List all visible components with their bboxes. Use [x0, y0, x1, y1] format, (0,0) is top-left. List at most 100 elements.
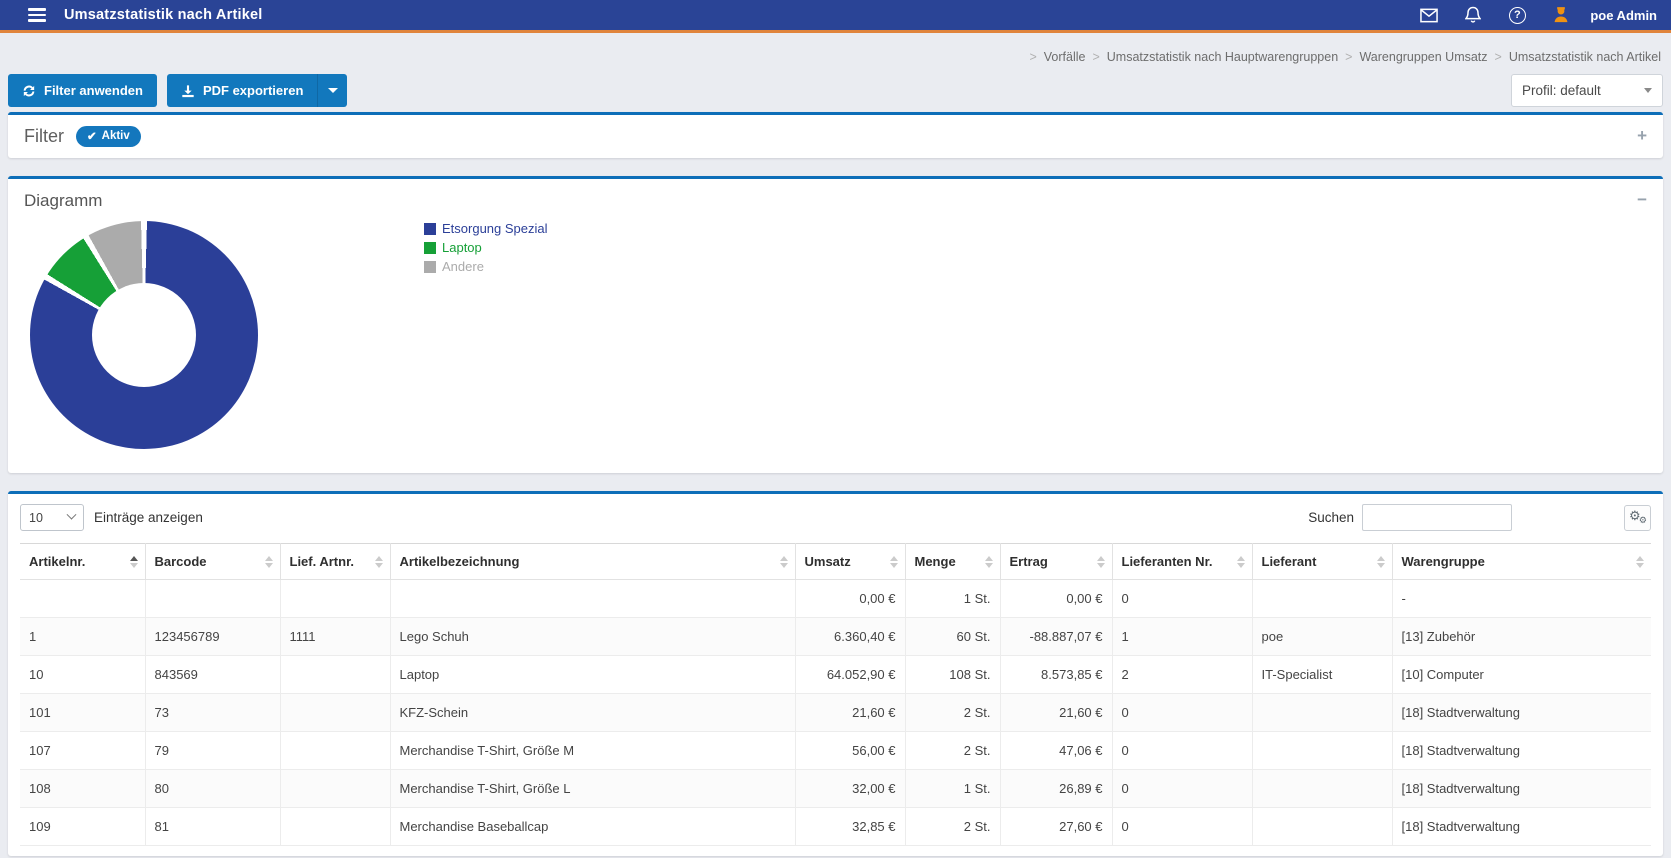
table-cell: 6.360,40 € [794, 617, 906, 656]
column-header-label: Menge [914, 554, 956, 569]
table-cell: 0 [1111, 693, 1253, 732]
sort-arrows-icon [889, 555, 898, 568]
table-cell: Merchandise Baseballcap [389, 807, 796, 846]
table-row: 0,00 €1 St. 0,00 €0- [20, 579, 1651, 618]
table-cell: [10] Computer [1391, 655, 1651, 694]
search-input[interactable] [1362, 504, 1512, 531]
table-panel: 10 Einträge anzeigen Suchen ⚙ ⚙ Artikeln… [8, 491, 1663, 856]
column-settings-button[interactable]: ⚙ ⚙ [1624, 504, 1651, 531]
filter-panel-title: Filter [24, 126, 64, 146]
table-cell: 123456789 [144, 617, 281, 656]
legend-item[interactable]: Andere [424, 257, 548, 276]
table-cell: 0 [1111, 731, 1253, 770]
table-cell: 32,00 € [794, 769, 906, 808]
table-cell: Laptop [389, 655, 796, 694]
pdf-export-label: PDF exportieren [202, 83, 304, 98]
table-row: 10 843569 Laptop 64.052,90 €108 St. 8.573,85… [20, 655, 1651, 694]
breadcrumb-item: Umsatzstatistik nach Artikel [1508, 50, 1661, 64]
bell-icon[interactable] [1464, 6, 1482, 24]
table-row: 101 73 KFZ-Schein 21,60 €2 St. 21,60 €0 [18] … [20, 693, 1651, 732]
column-header-barcode[interactable]: Barcode [144, 543, 281, 580]
table-cell [279, 769, 391, 808]
page-length-select[interactable]: 10 [20, 504, 84, 531]
column-header-label: Ertrag [1009, 554, 1048, 569]
sort-arrows-icon [1636, 555, 1644, 568]
collapse-panel-icon[interactable]: − [1637, 191, 1647, 208]
breadcrumb-item[interactable]: Vorfälle [1044, 50, 1086, 64]
breadcrumb-item[interactable]: Umsatzstatistik nach Hauptwarengruppen [1107, 50, 1338, 64]
breadcrumb-item[interactable]: Warengruppen Umsatz [1359, 50, 1487, 64]
profile-select[interactable]: Profil: default [1511, 74, 1663, 107]
table-cell: 79 [144, 731, 281, 770]
table-cell: 843569 [144, 655, 281, 694]
legend-label: Laptop [442, 240, 482, 255]
table-cell: 101 [20, 693, 146, 732]
column-header-umsatz[interactable]: Umsatz [794, 543, 906, 580]
pdf-export-dropdown-toggle[interactable] [317, 74, 348, 107]
table-cell: [18] Stadtverwaltung [1391, 807, 1651, 846]
table-cell: 47,06 € [999, 731, 1113, 770]
table-cell: - [1391, 579, 1651, 618]
pdf-export-button-group: PDF exportieren [166, 74, 348, 107]
column-header-artikelbezeichnung[interactable]: Artikelbezeichnung [389, 543, 796, 580]
sort-arrows-icon [1236, 555, 1245, 568]
legend-swatch [424, 222, 436, 235]
chart-legend: Etsorgung Spezial Laptop Andere [424, 219, 548, 276]
column-header-label: Barcode [154, 554, 207, 569]
help-icon[interactable]: ? [1508, 6, 1526, 24]
table-controls: 10 Einträge anzeigen Suchen ⚙ ⚙ [20, 504, 1651, 531]
table-cell: 1 St. [904, 579, 1001, 618]
column-header-artikelnr[interactable]: Artikelnr. [20, 543, 146, 580]
column-header-label: Umsatz [804, 554, 851, 569]
table-cell: 27,60 € [999, 807, 1113, 846]
table-cell: 64.052,90 € [794, 655, 906, 694]
table-cell: 0 [1111, 579, 1253, 618]
table-cell [279, 807, 391, 846]
table-cell: 1 [1111, 617, 1253, 656]
hamburger-menu-icon[interactable] [28, 8, 46, 22]
page-length-value: 10 [29, 510, 43, 525]
table-row: 1 123456789 1111 Lego Schuh 6.360,40 €60 St.… [20, 617, 1651, 656]
table-cell: 21,60 € [794, 693, 906, 732]
apply-filter-button[interactable]: Filter anwenden [8, 74, 157, 107]
column-header-label: Lieferanten Nr. [1121, 554, 1213, 569]
table-cell: 21,60 € [999, 693, 1113, 732]
table-cell: Merchandise T-Shirt, Größe L [389, 769, 796, 808]
sort-arrows-icon [779, 555, 788, 568]
apply-filter-label: Filter anwenden [44, 83, 143, 98]
table-cell: [18] Stadtverwaltung [1391, 693, 1651, 732]
sort-arrows-icon [374, 555, 383, 568]
legend-swatch [424, 241, 436, 254]
table-cell: poe [1251, 617, 1393, 656]
column-header-menge[interactable]: Menge [904, 543, 1001, 580]
logged-in-user[interactable]: poe Admin [1590, 8, 1657, 23]
mail-icon[interactable] [1420, 6, 1439, 24]
table-cell: 0 [1111, 769, 1253, 808]
table-cell [1251, 693, 1393, 732]
column-header-lief-artnr[interactable]: Lief. Artnr. [279, 543, 391, 580]
legend-item[interactable]: Laptop [424, 238, 548, 257]
pdf-export-button[interactable]: PDF exportieren [166, 74, 318, 107]
donut-chart[interactable] [30, 221, 258, 449]
table-cell: 1 [20, 617, 146, 656]
expand-panel-icon[interactable]: + [1637, 127, 1647, 144]
table-cell: 109 [20, 807, 146, 846]
column-header-label: Artikelbezeichnung [399, 554, 520, 569]
legend-item[interactable]: Etsorgung Spezial [424, 219, 548, 238]
column-header-label: Warengruppe [1401, 554, 1485, 569]
column-header-lieferant[interactable]: Lieferant [1251, 543, 1393, 580]
table-cell: 80 [144, 769, 281, 808]
table-cell [279, 693, 391, 732]
table-cell: 73 [144, 693, 281, 732]
column-header-lieferanten-nr[interactable]: Lieferanten Nr. [1111, 543, 1253, 580]
table-cell: -88.887,07 € [999, 617, 1113, 656]
column-header-ertrag[interactable]: Ertrag [999, 543, 1113, 580]
breadcrumb-separator: > [1345, 50, 1353, 64]
table-cell: 107 [20, 731, 146, 770]
table-row: 108 80 Merchandise T-Shirt, Größe L 32,00 €… [20, 769, 1651, 808]
column-header-warengruppe[interactable]: Warengruppe [1391, 543, 1651, 580]
table-row: 109 81 Merchandise Baseballcap 32,85 €2 St.… [20, 807, 1651, 846]
table-cell [1251, 807, 1393, 846]
user-icon[interactable] [1552, 6, 1570, 24]
check-icon: ✔ [87, 131, 97, 143]
